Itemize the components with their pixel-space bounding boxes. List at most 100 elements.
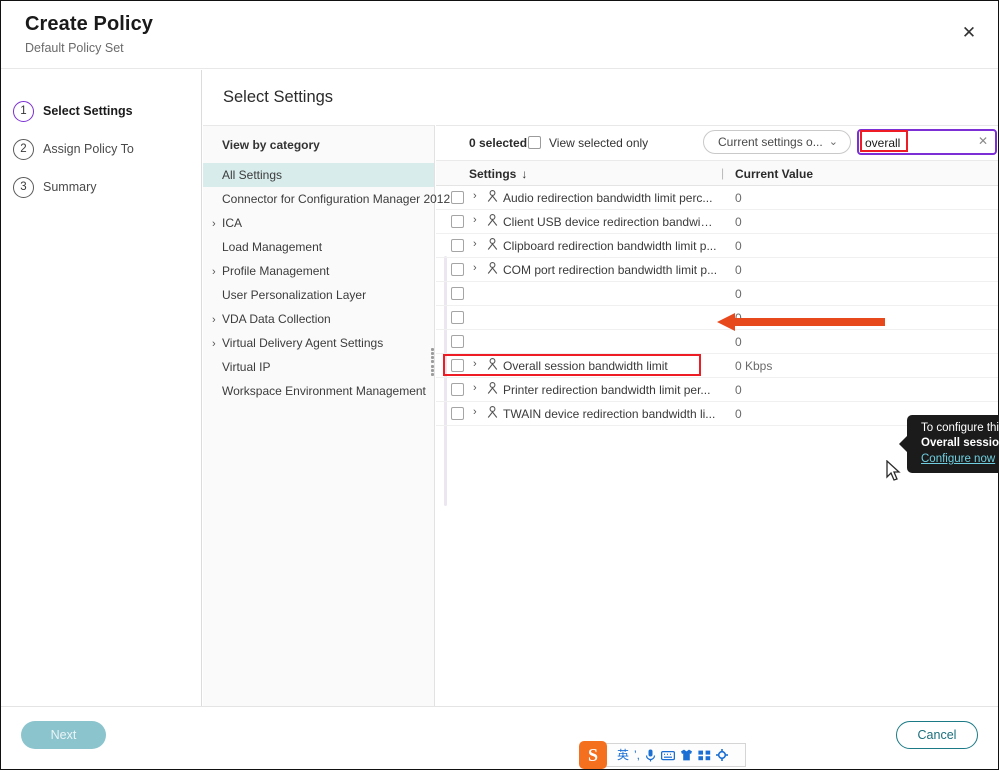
setting-current-value: 0: [735, 383, 742, 397]
category-item[interactable]: All Settings: [203, 163, 434, 187]
category-item[interactable]: Load Management: [203, 235, 434, 259]
gear-icon[interactable]: [716, 749, 729, 761]
setting-name: TWAIN device redirection bandwidth li...: [503, 407, 716, 421]
chevron-right-icon[interactable]: ›: [212, 216, 216, 232]
category-item-label: Virtual IP: [222, 360, 271, 374]
step-summary[interactable]: 3 Summary: [1, 168, 201, 206]
setting-name: Printer redirection bandwidth limit per.…: [503, 383, 711, 397]
row-checkbox[interactable]: [451, 239, 464, 252]
row-checkbox[interactable]: [451, 407, 464, 420]
category-item-label: Load Management: [222, 240, 323, 254]
category-item-label: Virtual Delivery Agent Settings: [222, 336, 384, 350]
category-item-label: Connector for Configuration Manager 2012: [222, 192, 451, 206]
mic-icon[interactable]: [645, 749, 656, 762]
chevron-right-icon[interactable]: ›: [473, 406, 477, 418]
table-row[interactable]: › Client USB device redirection bandwidt.…: [436, 210, 998, 234]
table-row[interactable]: › Printer redirection bandwidth limit per…: [436, 378, 998, 402]
chevron-down-icon: ⌄: [828, 136, 838, 148]
table-row[interactable]: › Overall session bandwidth limit 0 Kbps: [436, 354, 998, 378]
step-label: Summary: [43, 180, 97, 194]
category-item[interactable]: › ICA: [203, 211, 434, 235]
table-row[interactable]: 0: [436, 282, 998, 306]
ime-punctuation-icon[interactable]: ’,: [634, 749, 640, 761]
chevron-right-icon[interactable]: ›: [473, 214, 477, 226]
table-row[interactable]: › Clipboard redirection bandwidth limit p…: [436, 234, 998, 258]
category-item-label: Profile Management: [222, 264, 330, 278]
shirt-icon[interactable]: [680, 749, 693, 761]
column-header-current-value: Current Value: [735, 167, 814, 181]
row-checkbox[interactable]: [451, 383, 464, 396]
category-item[interactable]: › Profile Management: [203, 259, 434, 283]
ime-language-icon[interactable]: 英: [617, 749, 629, 761]
setting-current-value: 0: [735, 263, 742, 277]
user-icon: [487, 190, 498, 205]
chevron-right-icon[interactable]: ›: [212, 312, 216, 328]
category-item-label: Workspace Environment Management: [222, 384, 426, 398]
setting-name: Client USB device redirection bandwidt..…: [503, 215, 718, 229]
chevron-right-icon[interactable]: ›: [473, 262, 477, 274]
row-checkbox[interactable]: [451, 287, 464, 300]
table-header-row: Settings ↓ | Current Value: [436, 161, 998, 186]
step-label: Assign Policy To: [43, 142, 134, 156]
keyboard-icon[interactable]: [661, 750, 676, 761]
row-checkbox[interactable]: [451, 359, 464, 372]
category-item[interactable]: Connector for Configuration Manager 2012: [203, 187, 450, 211]
category-item[interactable]: Virtual IP: [203, 355, 434, 379]
chevron-right-icon[interactable]: ›: [473, 382, 477, 394]
user-icon: [487, 358, 498, 373]
sogou-ime-toolbar[interactable]: S 英 ’,: [579, 741, 746, 769]
mouse-cursor: [886, 460, 901, 481]
sogou-logo-icon[interactable]: S: [579, 741, 607, 769]
row-checkbox[interactable]: [451, 191, 464, 204]
column-divider: |: [721, 166, 725, 180]
column-header-settings-label: Settings: [469, 167, 517, 181]
chevron-right-icon[interactable]: ›: [212, 264, 216, 280]
chevron-right-icon[interactable]: ›: [473, 358, 477, 370]
configure-now-link[interactable]: Configure now: [921, 453, 995, 465]
category-list: All Settings Connector for Configuration …: [203, 163, 450, 403]
view-selected-only-label[interactable]: View selected only: [549, 136, 648, 150]
page-title: Create Policy: [25, 13, 154, 35]
tooltip-line-1: To configure this setting, first configu…: [921, 422, 999, 434]
setting-current-value: 0: [735, 287, 742, 301]
row-checkbox[interactable]: [451, 263, 464, 276]
step-assign-policy-to[interactable]: 2 Assign Policy To: [1, 130, 201, 168]
column-header-settings[interactable]: Settings ↓: [469, 167, 527, 181]
row-checkbox[interactable]: [451, 215, 464, 228]
category-item[interactable]: › Virtual Delivery Agent Settings: [203, 331, 434, 355]
user-icon: [487, 262, 498, 277]
settings-filter-dropdown[interactable]: Current settings o... ⌄: [703, 130, 851, 154]
step-select-settings[interactable]: 1 Select Settings: [1, 92, 201, 130]
category-item-label: All Settings: [222, 168, 283, 182]
search-input[interactable]: [865, 134, 965, 151]
settings-filter-value: Current settings o...: [718, 135, 823, 149]
chevron-right-icon[interactable]: ›: [473, 238, 477, 250]
chevron-right-icon[interactable]: ›: [473, 190, 477, 202]
wizard-steps: 1 Select Settings 2 Assign Policy To 3 S…: [1, 70, 202, 706]
grid-icon[interactable]: [698, 750, 711, 761]
user-icon: [487, 214, 498, 229]
configure-setting-tooltip: To configure this setting, first configu…: [899, 415, 999, 473]
row-checkbox[interactable]: [451, 311, 464, 324]
next-button[interactable]: Next: [21, 721, 106, 749]
search-box[interactable]: ✕: [857, 129, 997, 155]
chevron-right-icon[interactable]: ›: [212, 336, 216, 352]
table-toolbar: 0 selected View selected only Current se…: [436, 126, 998, 161]
table-row[interactable]: 0: [436, 330, 998, 354]
user-icon: [487, 238, 498, 253]
category-item-label: User Personalization Layer: [222, 288, 367, 302]
clear-search-icon[interactable]: ✕: [978, 134, 988, 148]
cancel-button[interactable]: Cancel: [896, 721, 978, 749]
settings-rows: › Audio redirection bandwidth limit perc.…: [436, 186, 998, 426]
table-row[interactable]: › Audio redirection bandwidth limit perc.…: [436, 186, 998, 210]
table-row[interactable]: › COM port redirection bandwidth limit p.…: [436, 258, 998, 282]
step-number: 3: [13, 176, 34, 198]
category-item[interactable]: User Personalization Layer: [203, 283, 434, 307]
view-selected-only-checkbox[interactable]: [528, 136, 541, 149]
category-item[interactable]: Workspace Environment Management: [203, 379, 434, 403]
create-policy-dialog: Create Policy Default Policy Set ✕ 1 Sel…: [0, 0, 999, 770]
setting-current-value: 0: [735, 239, 742, 253]
close-icon[interactable]: ✕: [954, 17, 984, 47]
row-checkbox[interactable]: [451, 335, 464, 348]
category-item[interactable]: › VDA Data Collection: [203, 307, 434, 331]
